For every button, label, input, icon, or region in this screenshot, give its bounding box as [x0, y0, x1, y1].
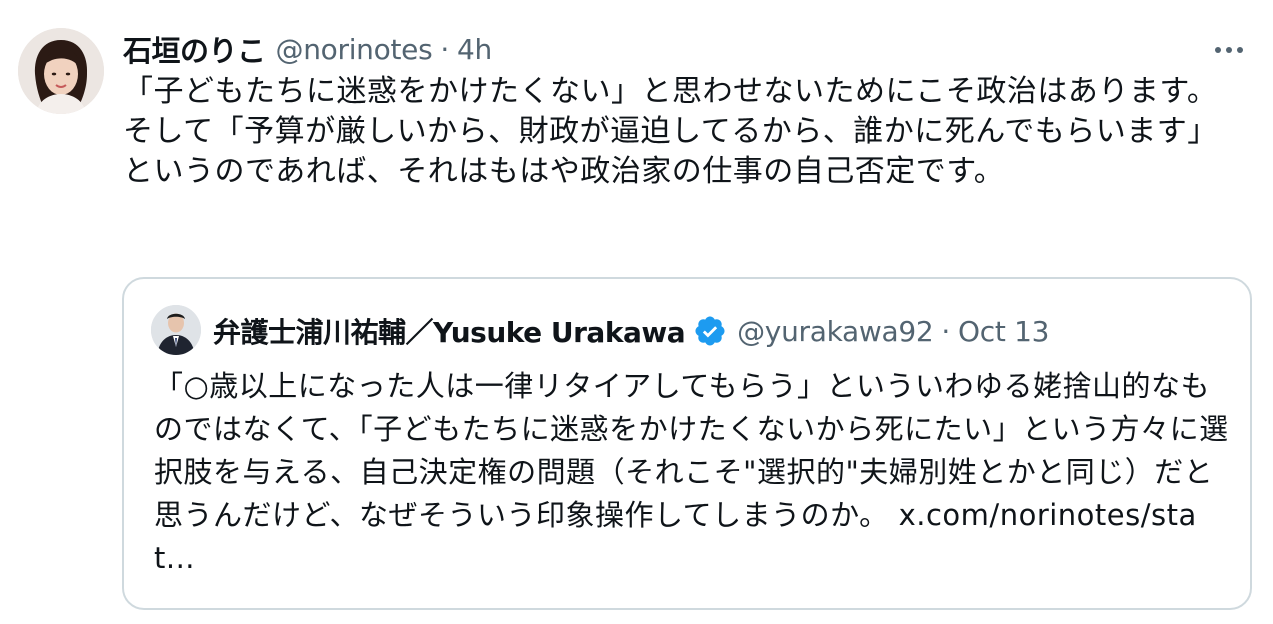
more-options-button[interactable]: [1209, 30, 1249, 70]
meta-separator: ·: [440, 32, 449, 66]
author-handle[interactable]: @norinotes: [276, 33, 433, 66]
quoted-author-name[interactable]: 弁護士浦川祐輔／Yusuke Urakawa: [213, 311, 686, 351]
tweet[interactable]: 石垣のりこ @norinotes · 4h 「子どもたちに迷惑をかけたくない」と…: [0, 0, 1273, 624]
quoted-tweet-card[interactable]: 弁護士浦川祐輔／Yusuke Urakawa @yurakawa92 · Oct…: [122, 277, 1252, 610]
quoted-meta-separator: ·: [941, 314, 950, 348]
tweet-time[interactable]: 4h: [457, 33, 492, 66]
author-name[interactable]: 石垣のりこ: [123, 28, 266, 70]
quoted-tweet-header: 弁護士浦川祐輔／Yusuke Urakawa @yurakawa92 · Oct…: [213, 309, 1049, 353]
more-horizontal-icon: [1215, 47, 1243, 53]
author-avatar[interactable]: [18, 28, 104, 114]
quoted-tweet-text: 「○歳以上になった人は一律リタイアしてもらう」といういわゆる姥捨山的なものではな…: [154, 365, 1229, 580]
quoted-author-handle[interactable]: @yurakawa92: [737, 315, 934, 348]
quoted-tweet-date[interactable]: Oct 13: [958, 315, 1049, 348]
verified-badge-icon: [695, 316, 725, 346]
tweet-text: 「子どもたちに迷惑をかけたくない」と思わせないためにこそ政治はあります。 そして…: [123, 74, 1218, 189]
tweet-header: 石垣のりこ @norinotes · 4h: [123, 28, 492, 70]
quoted-author-avatar[interactable]: [151, 305, 201, 355]
